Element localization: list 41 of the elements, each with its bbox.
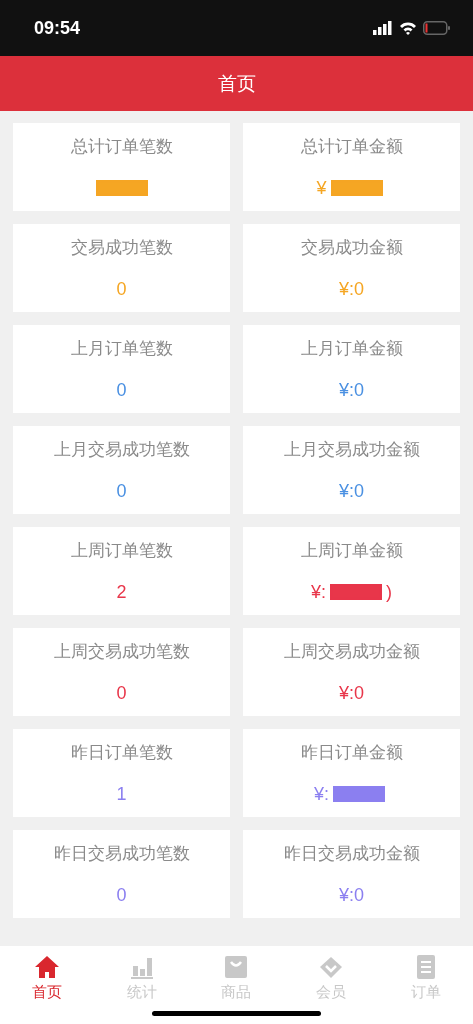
bag-icon: [223, 954, 250, 980]
stat-label: 上月订单笔数: [70, 337, 173, 360]
stat-label: 上周交易成功笔数: [53, 640, 190, 663]
stat-value: ): [386, 581, 392, 603]
stat-value: ¥: [316, 177, 327, 199]
stat-value: 1: [116, 783, 127, 805]
stat-label: 上月交易成功笔数: [53, 438, 190, 461]
stat-value: ¥:0: [339, 379, 364, 401]
stat-label: 上周交易成功金额: [283, 640, 420, 663]
stat-label: 昨日交易成功金额: [283, 842, 420, 865]
stat-label: 总计订单笔数: [70, 135, 173, 158]
stat-label: 昨日订单金额: [300, 741, 403, 764]
stat-label: 上周订单金额: [300, 539, 403, 562]
status-time: 09:54: [34, 17, 81, 39]
stat-value: 0: [116, 884, 127, 906]
stat-value: 0: [116, 480, 127, 502]
home-icon: [34, 954, 61, 980]
stat-label: 昨日订单笔数: [70, 741, 173, 764]
stat-value: 0: [116, 682, 127, 704]
stat-value: 0: [116, 278, 127, 300]
stat-label: 总计订单金额: [300, 135, 403, 158]
page-title: 首页: [217, 70, 256, 96]
stat-value: ¥:0: [339, 682, 364, 704]
battery-icon: [423, 21, 451, 35]
stat-value: ¥:0: [339, 480, 364, 502]
stat-value: ¥:0: [339, 884, 364, 906]
signal-icon: [373, 21, 393, 35]
stat-label: 上周订单笔数: [70, 539, 173, 562]
stat-value: ¥:: [311, 581, 326, 603]
wifi-icon: [399, 21, 417, 35]
stat-label: 交易成功金额: [300, 236, 403, 259]
stat-value: 0: [116, 379, 127, 401]
tab-item[interactable]: 首页: [0, 954, 95, 1024]
stat-value: 2: [116, 581, 127, 603]
stat-value: ¥:: [314, 783, 329, 805]
stat-value: ¥:0: [339, 278, 364, 300]
stat-label: 昨日交易成功笔数: [53, 842, 190, 865]
diamond-icon: [318, 954, 345, 980]
stat-label: 上月订单金额: [300, 337, 403, 360]
stat-label: 上月交易成功金额: [283, 438, 420, 461]
stat-label: 交易成功笔数: [70, 236, 173, 259]
